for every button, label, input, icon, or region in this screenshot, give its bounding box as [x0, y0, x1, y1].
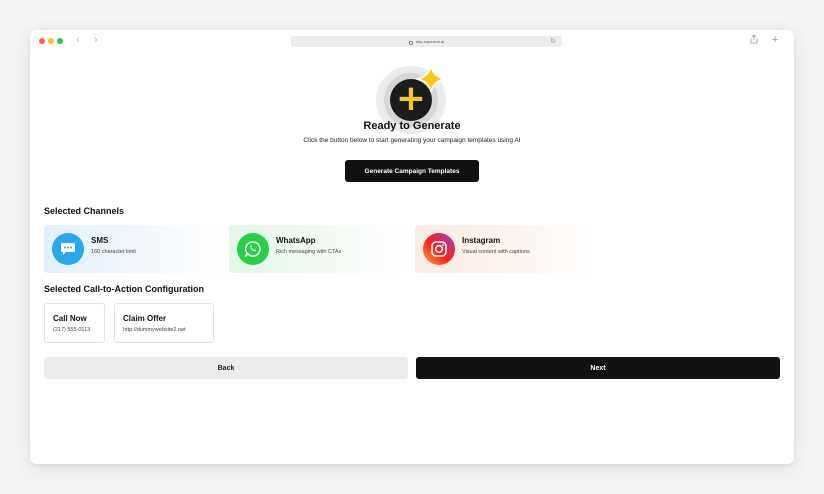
window-controls: [39, 38, 63, 44]
share-icon[interactable]: [750, 34, 758, 47]
address-bar[interactable]: mlp.supernal.ai ↻: [291, 36, 562, 47]
channel-description: 160 character limit: [91, 249, 136, 255]
message-bubble-icon: [52, 233, 84, 265]
channel-card-sms: SMS 160 character limit: [44, 225, 222, 273]
cta-card-call-now: Call Now (217) 555-0113: [44, 303, 105, 343]
back-button[interactable]: Back: [44, 357, 408, 379]
chevron-right-icon[interactable]: ›: [94, 34, 98, 46]
hero-title: Ready to Generate: [363, 120, 461, 132]
channel-description: Rich messaging with CTAs: [276, 249, 342, 255]
browser-titlebar: ‹ › mlp.supernal.ai ↻ +: [30, 30, 794, 52]
generate-campaign-templates-button[interactable]: Generate Campaign Templates: [345, 160, 479, 182]
minimize-window-button[interactable]: [48, 38, 54, 44]
hero-subtitle: Click the button below to start generati…: [303, 137, 521, 144]
cta-value: http://dummywebsite2.net: [123, 327, 186, 333]
cta-card-claim-offer: Claim Offer http://dummywebsite2.net: [114, 303, 214, 343]
lock-icon: [408, 40, 413, 45]
cta-title: Call Now: [53, 314, 87, 323]
maximize-window-button[interactable]: [57, 38, 63, 44]
close-window-button[interactable]: [39, 38, 45, 44]
address-url: mlp.supernal.ai: [415, 39, 445, 44]
channel-card-whatsapp: WhatsApp Rich messaging with CTAs: [229, 225, 407, 273]
new-tab-icon[interactable]: +: [772, 34, 778, 46]
chevron-left-icon[interactable]: ‹: [76, 34, 80, 46]
instagram-icon: [423, 233, 455, 265]
channel-name: Instagram: [462, 236, 501, 245]
channel-name: SMS: [91, 236, 109, 245]
next-button[interactable]: Next: [416, 357, 780, 379]
browser-window: ‹ › mlp.supernal.ai ↻ + + Ready to Gener…: [30, 30, 794, 464]
channel-description: Visual content with captions: [462, 249, 530, 255]
whatsapp-icon: [237, 233, 269, 265]
cta-config-heading: Selected Call-to-Action Configuration: [44, 284, 205, 294]
cta-value: (217) 555-0113: [53, 327, 91, 333]
reload-icon[interactable]: ↻: [550, 37, 556, 46]
cta-title: Claim Offer: [123, 314, 167, 323]
channel-card-instagram: Instagram Visual content with captions: [415, 225, 593, 273]
sparkle-icon: [416, 65, 446, 93]
channel-name: WhatsApp: [276, 236, 316, 245]
selected-channels-heading: Selected Channels: [44, 206, 125, 216]
